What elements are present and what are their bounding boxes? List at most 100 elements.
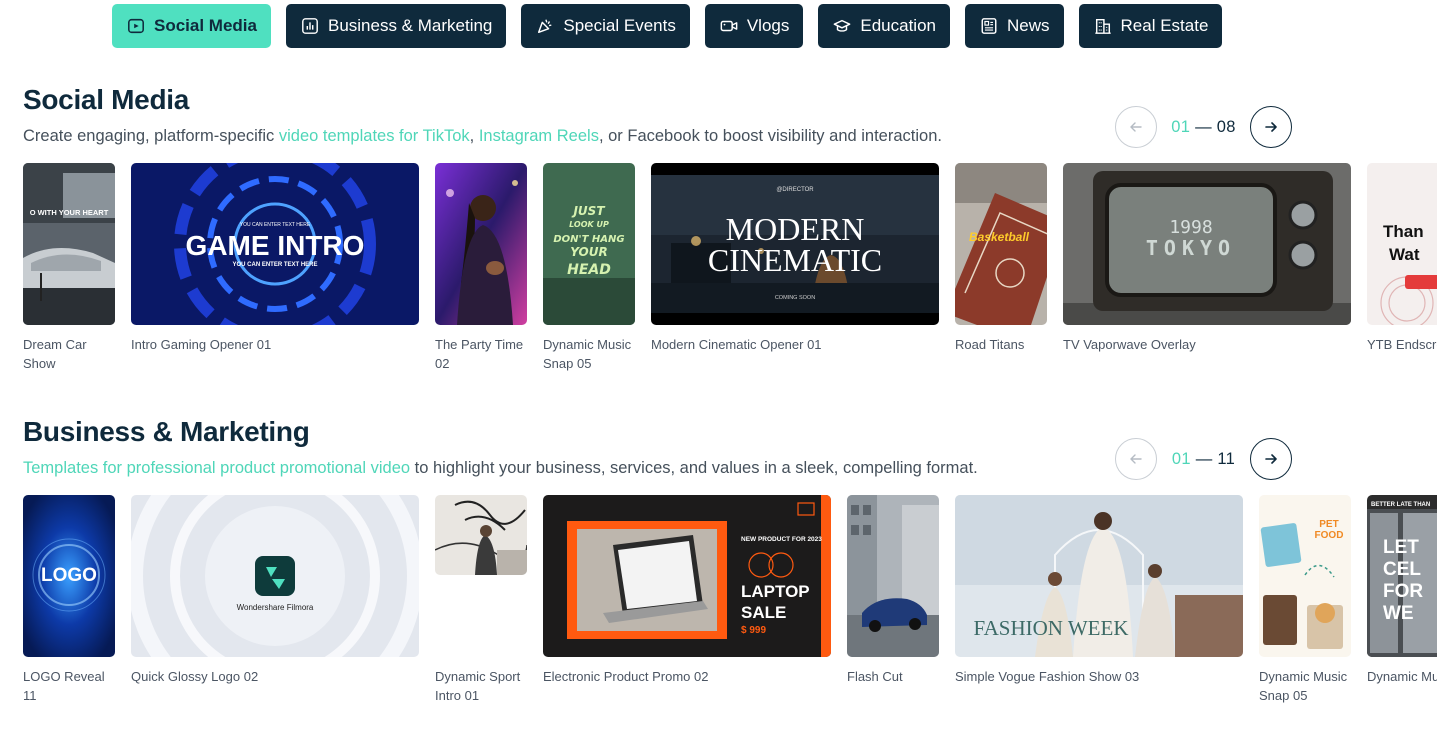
template-card[interactable]: BETTER LATE THAN LET CEL FOR WE Dynamic … (1367, 495, 1437, 705)
social-media-icon (128, 18, 144, 34)
template-caption: TV Vaporwave Overlay (1063, 337, 1196, 352)
svg-text:BETTER LATE THAN: BETTER LATE THAN (1371, 502, 1430, 508)
template-carousel: LOGO LOGO Reveal 11 Wondershare Filmora … (0, 495, 1437, 705)
svg-text:HEAD: HEAD (567, 262, 611, 278)
arrow-right-icon (1265, 122, 1277, 132)
prev-button[interactable] (1115, 106, 1157, 148)
page-counter: 01 — 08 (1171, 117, 1236, 136)
page-counter: 01 — 11 (1171, 449, 1236, 468)
template-thumbnail: O WITH YOUR HEART (23, 163, 115, 325)
svg-text:DON'T HANG: DON'T HANG (553, 234, 624, 245)
tab-real-estate[interactable]: Real Estate (1078, 4, 1223, 48)
section-description: Templates for professional product promo… (23, 459, 978, 477)
tab-vlogs[interactable]: Vlogs (704, 4, 804, 48)
svg-text:CEL: CEL (1383, 559, 1421, 580)
section-title: Business & Marketing (23, 416, 310, 447)
arrow-left-icon (1130, 122, 1142, 132)
svg-text:@DIRECTOR: @DIRECTOR (776, 187, 814, 193)
tab-label: News (1007, 16, 1050, 35)
section-title: Social Media (23, 84, 190, 115)
tab-business-marketing[interactable]: Business & Marketing (285, 4, 507, 48)
svg-text:CINEMATIC: CINEMATIC (708, 242, 882, 278)
svg-text:1998: 1998 (1169, 217, 1212, 238)
template-caption: Flash Cut (847, 669, 903, 684)
svg-text:FOR: FOR (1383, 581, 1423, 602)
template-card[interactable]: Than Wat YTB Endscreen (1367, 163, 1437, 373)
template-thumbnail (435, 163, 527, 325)
svg-text:Basketball: Basketball (969, 230, 1030, 244)
template-thumbnail: JUST LOOK UP DON'T HANG YOUR HEAD (543, 163, 635, 325)
template-caption: Dynamic Sport Intro 01 (435, 669, 521, 703)
tab-label: Special Events (563, 16, 676, 35)
template-caption: Simple Vogue Fashion Show 03 (955, 669, 1140, 684)
template-thumbnail: Than Wat (1367, 163, 1437, 325)
category-tabs: Social Media Business & Marketing Specia… (112, 4, 1223, 48)
template-thumbnail (847, 495, 939, 657)
svg-text:Wondershare Filmora: Wondershare Filmora (237, 603, 314, 612)
tab-label: Education (860, 16, 936, 35)
svg-text:JUST: JUST (571, 204, 605, 218)
template-caption: The Party Time 02 (435, 337, 524, 371)
svg-text:LOGO: LOGO (41, 565, 97, 586)
next-button[interactable] (1250, 438, 1292, 480)
bar-chart-icon (302, 18, 318, 34)
prev-button[interactable] (1115, 438, 1157, 480)
template-thumbnail: Wondershare Filmora (131, 495, 419, 657)
template-thumbnail: BETTER LATE THAN LET CEL FOR WE (1367, 495, 1437, 657)
template-caption: Modern Cinematic Opener 01 (651, 337, 822, 352)
svg-text:SALE: SALE (741, 603, 786, 622)
carousel-pager: 01 — 11 (1115, 438, 1292, 480)
arrow-left-icon (1130, 454, 1142, 464)
building-icon (1094, 18, 1111, 34)
template-thumbnail: 1998 TOKYO (1063, 163, 1351, 325)
template-caption: Intro Gaming Opener 01 (131, 337, 272, 352)
tab-news[interactable]: News (965, 4, 1064, 48)
tab-social-media[interactable]: Social Media (112, 4, 271, 48)
svg-text:YOUR: YOUR (570, 245, 607, 259)
svg-text:FASHION WEEK: FASHION WEEK (974, 616, 1129, 640)
carousel-pager: 01 — 08 (1115, 106, 1292, 148)
svg-text:YOU CAN ENTER TEXT HERE: YOU CAN ENTER TEXT HERE (232, 262, 317, 268)
template-thumbnail: YOU CAN ENTER TEXT HERE GAME INTRO YOU C… (131, 163, 419, 325)
tab-label: Business & Marketing (327, 16, 493, 35)
svg-text:GAME INTRO: GAME INTRO (186, 230, 365, 261)
template-thumbnail: NEW PRODUCT FOR 2023 LAPTOP SALE $ 999 (543, 495, 831, 657)
tab-special-events[interactable]: Special Events (521, 4, 690, 48)
tab-label: Vlogs (746, 16, 790, 35)
arrow-right-icon (1265, 454, 1277, 464)
template-thumbnail: PET FOOD (1259, 495, 1351, 657)
celebration-icon (538, 19, 552, 34)
tab-label: Real Estate (1120, 16, 1209, 35)
next-button[interactable] (1250, 106, 1292, 148)
template-caption: YTB Endscreen (1367, 337, 1437, 352)
template-caption: Dynamic Music Snap 05 (1259, 669, 1348, 703)
svg-text:LOOK UP: LOOK UP (569, 220, 609, 229)
template-thumbnail: LOGO (23, 495, 115, 657)
template-caption: Dynamic Music Snap 05 (543, 337, 632, 371)
svg-text:YOU CAN ENTER TEXT HERE: YOU CAN ENTER TEXT HERE (240, 222, 311, 228)
svg-text:$ 999: $ 999 (741, 625, 766, 636)
section-description: Create engaging, platform-specific video… (23, 127, 942, 145)
svg-text:FOOD: FOOD (1315, 530, 1344, 541)
svg-text:COMING SOON: COMING SOON (775, 295, 815, 301)
template-thumbnail: @DIRECTOR MODERN CINEMATIC COMING SOON (651, 163, 939, 325)
camera-icon (720, 20, 738, 32)
svg-text:LAPTOP: LAPTOP (741, 582, 810, 601)
tab-education[interactable]: Education (818, 4, 950, 48)
tab-label: Social Media (154, 16, 257, 35)
svg-text:Than: Than (1383, 222, 1424, 241)
svg-text:PET: PET (1319, 519, 1338, 530)
svg-text:LET: LET (1383, 537, 1419, 558)
graduation-cap-icon (834, 19, 851, 32)
svg-text:NEW PRODUCT FOR 2023: NEW PRODUCT FOR 2023 (741, 536, 822, 543)
template-thumbnail (435, 495, 527, 575)
tiktok-templates-link[interactable]: video templates for TikTok (279, 127, 470, 145)
newspaper-icon (981, 18, 997, 34)
template-caption: Road Titans (955, 337, 1025, 352)
template-caption: LOGO Reveal 11 (23, 669, 105, 703)
instagram-reels-link[interactable]: Instagram Reels (479, 127, 599, 145)
template-caption: Quick Glossy Logo 02 (131, 669, 259, 684)
promo-templates-link[interactable]: Templates for professional product promo… (23, 459, 410, 477)
template-caption: Dynamic Music (1367, 669, 1437, 684)
svg-text:O WITH YOUR HEART: O WITH YOUR HEART (30, 208, 109, 217)
